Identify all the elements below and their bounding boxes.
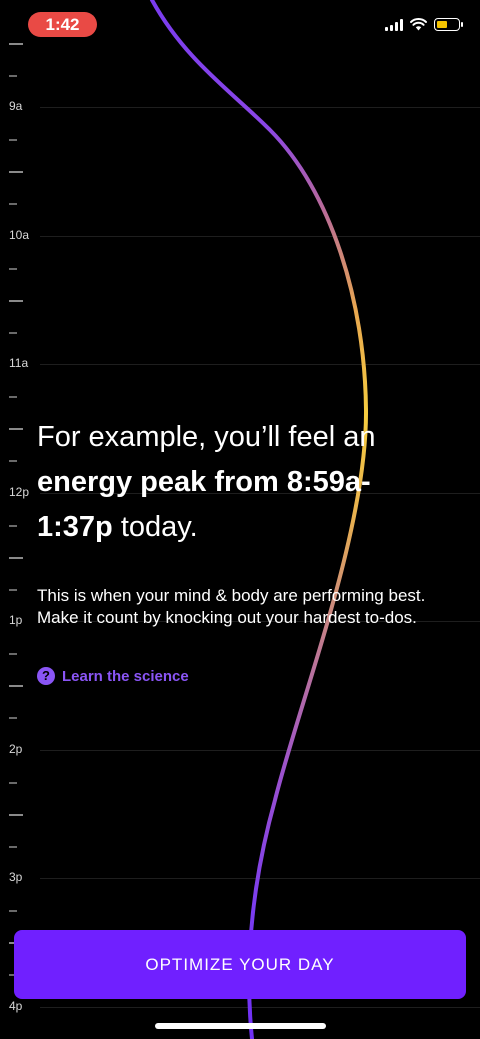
optimize-day-button[interactable]: OPTIMIZE YOUR DAY [14,930,466,999]
energy-peak-headline: For example, you’ll feel an energy peak … [37,415,437,550]
status-time: 1:42 [28,12,97,37]
learn-science-link[interactable]: ? Learn the science [37,667,189,685]
wifi-icon [410,18,427,31]
headline-end: today. [112,511,198,543]
status-bar: 1:42 [0,0,480,48]
headline-intro: For example, you’ll feel an [37,421,376,453]
headline-peak-range: energy peak from 8:59a-1:37p [37,466,371,543]
learn-science-label: Learn the science [62,667,189,685]
peak-description: This is when your mind & body are perfor… [37,586,426,627]
cellular-signal-icon [385,18,403,31]
question-mark-icon: ? [37,667,55,685]
battery-icon [434,18,463,31]
home-indicator[interactable] [155,1023,326,1029]
status-icons [385,18,463,31]
